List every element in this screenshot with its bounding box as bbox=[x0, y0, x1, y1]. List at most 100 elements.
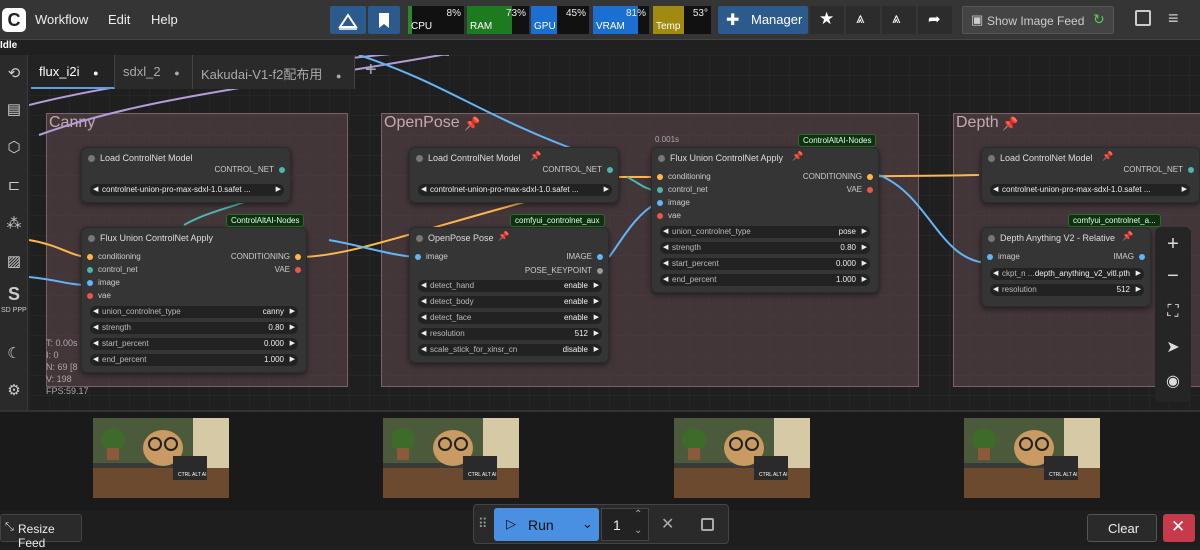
arrow-left-icon[interactable]: ◀ bbox=[663, 259, 668, 267]
history-icon[interactable]: ⟲ bbox=[5, 65, 23, 83]
input-image-pin[interactable] bbox=[87, 280, 93, 286]
node-pose-pre[interactable]: OpenPose Pose comfyui_controlnet_aux 📌 imag… bbox=[409, 214, 609, 363]
model-select[interactable]: ◀ controlnet-union-pro-max-sdxl-1.0.safet… bbox=[418, 184, 612, 196]
node-canny-load[interactable]: Load ControlNet Model CONTROL_NET ◀ control… bbox=[81, 147, 291, 203]
node-pose-apply[interactable]: Flux Union ControlNet Apply ControlAltAI-… bbox=[651, 134, 879, 293]
drag-handle-icon[interactable]: ⠿ bbox=[478, 516, 488, 532]
model-manager-button[interactable]: ⩓ bbox=[846, 6, 880, 34]
input-image-pin[interactable] bbox=[987, 254, 993, 260]
arrow-left-icon[interactable]: ◀ bbox=[663, 275, 668, 283]
arrow-left-icon[interactable]: ◀ bbox=[421, 313, 426, 321]
input-conditioning-pin[interactable] bbox=[87, 254, 93, 260]
decrement-icon[interactable]: ⌄ bbox=[634, 525, 642, 536]
output-vae-pin[interactable] bbox=[295, 267, 301, 273]
menu-help[interactable]: Help bbox=[151, 12, 178, 27]
arrow-right-icon[interactable]: ▶ bbox=[290, 307, 295, 315]
arrow-right-icon[interactable]: ▶ bbox=[276, 185, 281, 193]
node-pose-load[interactable]: Load ControlNet Model CONTROL_NET ◀ control… bbox=[409, 147, 619, 203]
node-collapse-dot[interactable] bbox=[988, 155, 995, 162]
feed-thumbnail[interactable]: CTRL ALT AI bbox=[383, 418, 519, 498]
arrow-left-icon[interactable]: ◀ bbox=[993, 185, 998, 193]
widget-4[interactable]: ◀ scale_stick_for_xinsr_cn disable ▶ bbox=[418, 344, 602, 356]
tab-unsaved-dot[interactable]: ● bbox=[336, 71, 341, 81]
arrow-right-icon[interactable]: ▶ bbox=[594, 281, 599, 289]
widget-3[interactable]: ◀ end_percent 1.000 ▶ bbox=[660, 274, 870, 286]
arrow-left-icon[interactable]: ◀ bbox=[663, 227, 668, 235]
widget-3[interactable]: ◀ resolution 512 ▶ bbox=[418, 328, 602, 340]
gallery-icon[interactable]: ▨ bbox=[5, 253, 23, 271]
output-control-net-pin[interactable] bbox=[607, 167, 613, 173]
node-depth-load[interactable]: Load ControlNet Model CONTROL_NET ◀ control… bbox=[981, 147, 1200, 203]
arrow-right-icon[interactable]: ▶ bbox=[604, 185, 609, 193]
node-depth-pre[interactable]: Depth Anything V2 - Relative comfyui_cont… bbox=[981, 214, 1161, 307]
arrow-left-icon[interactable]: ◀ bbox=[993, 285, 998, 293]
widget-2[interactable]: ◀ start_percent 0.000 ▶ bbox=[90, 338, 298, 350]
comfyui-logo[interactable]: C bbox=[2, 8, 26, 32]
node-collapse-dot[interactable] bbox=[88, 155, 95, 162]
arrow-left-icon[interactable]: ◀ bbox=[993, 269, 998, 277]
output-image-pin[interactable] bbox=[597, 254, 603, 260]
arrow-left-icon[interactable]: ◀ bbox=[421, 329, 426, 337]
settings-gear-icon[interactable]: ⚙ bbox=[5, 382, 23, 400]
output-pose-keypoint-pin[interactable] bbox=[597, 268, 603, 274]
resize-feed-button[interactable]: ⤡ Resize Feed bbox=[0, 514, 82, 550]
widget-0[interactable]: ◀ detect_hand enable ▶ bbox=[418, 280, 602, 292]
run-mode-dropdown[interactable]: ⌄ bbox=[579, 508, 599, 541]
output-conditioning-pin[interactable] bbox=[295, 254, 301, 260]
widget-0[interactable]: ◀ union_controlnet_type canny ▶ bbox=[90, 306, 298, 318]
sd-ppp-icon[interactable]: S bbox=[5, 285, 23, 303]
tab-kakudai[interactable]: Kakudai-V1-f2配布用 ● bbox=[193, 55, 355, 89]
feed-thumbnail[interactable]: CTRL ALT AI bbox=[674, 418, 810, 498]
input-control-net-pin[interactable] bbox=[87, 267, 93, 273]
node-collapse-dot[interactable] bbox=[658, 155, 665, 162]
widget-2[interactable]: ◀ detect_face enable ▶ bbox=[418, 312, 602, 324]
batch-count-stepper[interactable]: 1 ⌃ ⌄ bbox=[601, 508, 649, 541]
manager-button[interactable]: ✚ Manager bbox=[718, 6, 808, 34]
arrow-right-icon[interactable]: ▶ bbox=[594, 313, 599, 321]
clear-button[interactable]: Clear bbox=[1087, 514, 1157, 542]
queue-list-icon[interactable]: ▤ bbox=[5, 101, 23, 119]
favorites-button[interactable]: ★ bbox=[810, 6, 844, 34]
stop-square-icon[interactable] bbox=[701, 518, 714, 531]
tab-flux-i2i[interactable]: flux_i2i ● bbox=[31, 55, 115, 89]
arrow-left-icon[interactable]: ◀ bbox=[93, 185, 98, 193]
input-conditioning-pin[interactable] bbox=[657, 174, 663, 180]
cancel-x-icon[interactable]: ✕ bbox=[661, 514, 674, 534]
output-vae-pin[interactable] bbox=[867, 187, 873, 193]
output-image-pin[interactable] bbox=[1139, 254, 1145, 260]
add-tab-button[interactable]: + bbox=[365, 59, 377, 82]
arrow-left-icon[interactable]: ◀ bbox=[93, 355, 98, 363]
theme-moon-icon[interactable]: ☾ bbox=[5, 345, 23, 363]
cube-icon[interactable]: ⬡ bbox=[5, 139, 23, 157]
share-button[interactable]: ➦ bbox=[918, 6, 952, 34]
folder-icon[interactable]: ⊏ bbox=[5, 177, 23, 195]
arrow-right-icon[interactable]: ▶ bbox=[290, 323, 295, 331]
node-collapse-dot[interactable] bbox=[416, 155, 423, 162]
menu-workflow[interactable]: Workflow bbox=[35, 12, 88, 27]
show-image-feed-button[interactable]: ▣ Show Image Feed ↻ bbox=[962, 6, 1114, 34]
widget-2[interactable]: ◀ start_percent 0.000 ▶ bbox=[660, 258, 870, 270]
input-image-pin[interactable] bbox=[415, 254, 421, 260]
arrow-right-icon[interactable]: ▶ bbox=[594, 297, 599, 305]
widget-3[interactable]: ◀ end_percent 1.000 ▶ bbox=[90, 354, 298, 366]
menu-hamburger-icon[interactable]: ≡ bbox=[1168, 8, 1179, 29]
model-select[interactable]: ◀ controlnet-union-pro-max-sdxl-1.0.safet… bbox=[990, 184, 1190, 196]
model-manager-alt-button[interactable]: ⩓ bbox=[882, 6, 916, 34]
node-canny-apply[interactable]: Flux Union ControlNet Apply ControlAltAI-… bbox=[81, 214, 307, 373]
close-feed-button[interactable]: ✕ bbox=[1163, 514, 1195, 542]
arrow-right-icon[interactable]: ▶ bbox=[290, 339, 295, 347]
input-vae-pin[interactable] bbox=[87, 293, 93, 299]
widget-1[interactable]: ◀ resolution 512 ▶ bbox=[990, 284, 1144, 296]
visibility-eye-icon[interactable]: ◉ bbox=[1155, 371, 1191, 391]
zoom-in-icon[interactable]: + bbox=[1155, 233, 1191, 256]
arrow-left-icon[interactable]: ◀ bbox=[663, 243, 668, 251]
arrow-right-icon[interactable]: ▶ bbox=[1136, 285, 1141, 293]
tab-unsaved-dot[interactable]: ● bbox=[93, 68, 98, 78]
node-collapse-dot[interactable] bbox=[988, 235, 995, 242]
node-canvas[interactable]: Canny OpenPose 📌 Depth 📌 Load ControlNet… bbox=[29, 55, 1200, 410]
run-button[interactable]: ▷ Run bbox=[494, 508, 579, 541]
widget-1[interactable]: ◀ detect_body enable ▶ bbox=[418, 296, 602, 308]
feed-thumbnail[interactable]: CTRL ALT AI bbox=[93, 418, 229, 498]
arrow-left-icon[interactable]: ◀ bbox=[93, 339, 98, 347]
arrow-right-icon[interactable]: ▶ bbox=[862, 259, 867, 267]
